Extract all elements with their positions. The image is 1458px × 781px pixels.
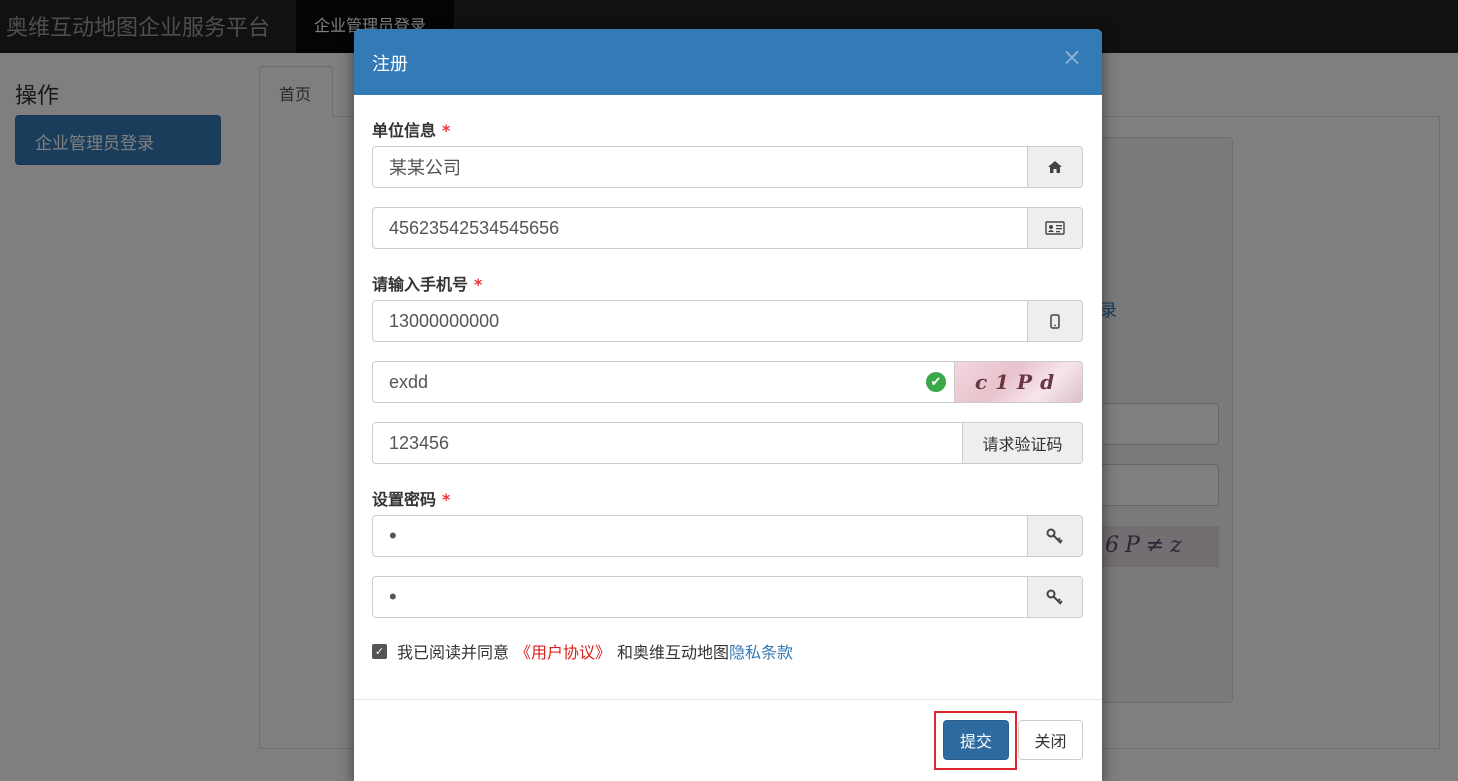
sms-code-input[interactable]: 123456 bbox=[372, 422, 963, 464]
user-agreement-link[interactable]: 《用户协议》 bbox=[515, 639, 611, 663]
required-mark: * bbox=[442, 490, 451, 509]
agree-prefix-text: 我已阅读并同意 bbox=[397, 643, 510, 662]
register-modal: 注册 × 单位信息 * 某某公司 45623542534545656 请输入手机号… bbox=[354, 29, 1102, 781]
password-confirm-input[interactable]: • bbox=[372, 576, 1028, 618]
org-name-group: 某某公司 bbox=[372, 146, 1083, 188]
agree-middle-text: 和奥维互动地图 bbox=[617, 643, 730, 662]
submit-button[interactable]: 提交 bbox=[943, 720, 1009, 760]
home-icon bbox=[1028, 146, 1083, 188]
request-code-button[interactable]: 请求验证码 bbox=[963, 422, 1083, 464]
org-name-input[interactable]: 某某公司 bbox=[372, 146, 1028, 188]
captcha-input[interactable]: exdd ✔ bbox=[372, 361, 955, 403]
id-card-icon bbox=[1028, 207, 1083, 249]
key-icon bbox=[1028, 515, 1083, 557]
password-confirm-group: • bbox=[372, 576, 1083, 618]
close-icon[interactable]: × bbox=[1062, 45, 1082, 69]
modal-header: 注册 × bbox=[354, 29, 1102, 95]
sms-code-group: 123456 请求验证码 bbox=[372, 422, 1083, 464]
phone-label: 请输入手机号 * bbox=[372, 275, 483, 294]
privacy-policy-link[interactable]: 隐私条款 bbox=[729, 639, 793, 663]
mobile-phone-icon bbox=[1028, 300, 1083, 342]
required-mark: * bbox=[442, 121, 451, 140]
captcha-group: exdd ✔ c1Pd bbox=[372, 361, 1083, 403]
checkbox-checked-icon[interactable]: ✓ bbox=[372, 643, 387, 659]
captcha-image[interactable]: c1Pd bbox=[955, 361, 1083, 403]
modal-footer-divider bbox=[354, 699, 1102, 700]
modal-title: 注册 bbox=[372, 54, 408, 75]
close-button[interactable]: 关闭 bbox=[1018, 720, 1083, 760]
phone-input[interactable]: 13000000000 bbox=[372, 300, 1028, 342]
check-circle-icon: ✔ bbox=[926, 372, 946, 392]
password-input[interactable]: • bbox=[372, 515, 1028, 557]
org-code-input[interactable]: 45623542534545656 bbox=[372, 207, 1028, 249]
phone-group: 13000000000 bbox=[372, 300, 1083, 342]
key-icon bbox=[1028, 576, 1083, 618]
password-label: 设置密码 * bbox=[372, 490, 451, 509]
password-group: • bbox=[372, 515, 1083, 557]
required-mark: * bbox=[474, 275, 483, 294]
agreement-row: ✓ 我已阅读并同意 《用户协议》 和奥维互动地图 隐私条款 bbox=[372, 639, 793, 663]
org-code-group: 45623542534545656 bbox=[372, 207, 1083, 249]
org-info-label: 单位信息 * bbox=[372, 121, 451, 140]
